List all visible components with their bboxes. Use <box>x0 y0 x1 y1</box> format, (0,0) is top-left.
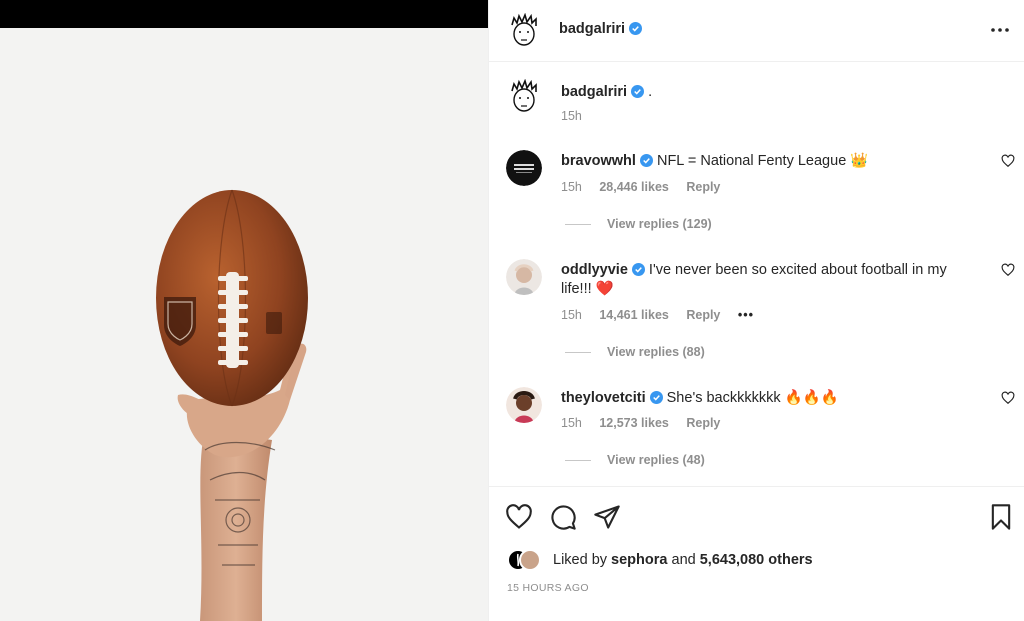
comment-meta: 15h 12,573 likes Reply <box>561 416 734 430</box>
post-detail-panel: badgalriri badgalriri . 15h bravowwhl NF… <box>488 0 1024 621</box>
comment-reply-button[interactable]: Reply <box>686 308 720 322</box>
comment-time[interactable]: 15h <box>561 308 582 322</box>
post-actions: Liked by sephora and 5,643,080 others 15… <box>489 486 1024 621</box>
comment-body: She's backkkkkkk 🔥🔥🔥 <box>666 390 839 406</box>
commenter-avatar[interactable] <box>506 150 542 186</box>
comment-more-options-icon[interactable]: ••• <box>738 308 754 322</box>
comment-likes[interactable]: 12,573 likes <box>599 416 669 430</box>
caption-time[interactable]: 15h <box>561 109 582 123</box>
theylovetciti-avatar-icon <box>506 387 542 423</box>
likes-prefix: Liked by <box>553 552 608 568</box>
comment-text: oddlyyvie I've never been so excited abo… <box>561 261 981 299</box>
likes-count-link[interactable]: 5,643,080 others <box>700 552 813 568</box>
caption-avatar[interactable] <box>506 78 542 115</box>
caption-line: badgalriri . <box>561 84 652 100</box>
verified-badge-icon <box>649 391 663 404</box>
bookmark-icon[interactable] <box>987 503 1015 531</box>
verified-badge-icon <box>639 154 653 167</box>
verified-badge-icon <box>629 22 643 35</box>
football-photo <box>156 189 308 621</box>
liked-by-row: Liked by sephora and 5,643,080 others <box>507 549 1007 573</box>
comment-text: bravowwhl NFL = National Fenty League 👑 <box>561 152 981 171</box>
author-avatar[interactable] <box>506 12 542 49</box>
author-username[interactable]: badgalriri <box>559 21 643 37</box>
bravowwhl-avatar-icon <box>506 150 542 186</box>
comment-username[interactable]: theylovetciti <box>561 390 646 406</box>
first-liker-link[interactable]: sephora <box>611 552 667 568</box>
heart-icon[interactable] <box>505 503 533 531</box>
post-timestamp[interactable]: 15 HOURS AGO <box>507 582 589 594</box>
comment-likes[interactable]: 14,461 likes <box>599 308 669 322</box>
likes-conjunction: and <box>671 552 696 568</box>
comment-reply-button[interactable]: Reply <box>686 416 720 430</box>
commenter-avatar[interactable] <box>506 387 542 423</box>
comment-like-heart-icon[interactable] <box>1001 391 1015 405</box>
comment-time[interactable]: 15h <box>561 180 582 194</box>
post-header: badgalriri <box>489 0 1024 62</box>
liker-avatar[interactable] <box>519 549 541 571</box>
comment-meta: 15h 14,461 likes Reply ••• <box>561 308 768 322</box>
view-replies-button[interactable]: View replies (88) <box>565 345 705 359</box>
comment-username[interactable]: bravowwhl <box>561 153 636 169</box>
commenter-avatar[interactable] <box>506 259 542 295</box>
comment-like-heart-icon[interactable] <box>1001 154 1015 168</box>
comment-body: NFL = National Fenty League 👑 <box>656 153 869 169</box>
comment-icon[interactable] <box>549 503 577 531</box>
comment-like-heart-icon[interactable] <box>1001 263 1015 277</box>
share-icon[interactable] <box>593 503 621 531</box>
comment-likes[interactable]: 28,446 likes <box>599 180 669 194</box>
comment-text: theylovetciti She's backkkkkkk 🔥🔥🔥 <box>561 389 981 408</box>
comment-time[interactable]: 15h <box>561 416 582 430</box>
comment-reply-button[interactable]: Reply <box>686 180 720 194</box>
comment-username[interactable]: oddlyyvie <box>561 262 628 278</box>
oddlyyvie-avatar-icon <box>506 259 542 295</box>
sketch-face-avatar-icon <box>511 78 537 112</box>
sketch-face-avatar-icon <box>511 12 537 46</box>
post-media[interactable] <box>0 0 488 621</box>
caption-text: . <box>648 84 653 100</box>
comment-meta: 15h 28,446 likes Reply <box>561 180 734 194</box>
verified-badge-icon <box>631 85 645 98</box>
view-replies-button[interactable]: View replies (129) <box>565 217 712 231</box>
view-replies-button[interactable]: View replies (48) <box>565 453 705 467</box>
caption-username[interactable]: badgalriri <box>561 84 627 100</box>
post-caption: badgalriri . 15h <box>489 74 1024 134</box>
likes-summary: Liked by sephora and 5,643,080 others <box>553 552 813 568</box>
verified-badge-icon <box>631 263 645 276</box>
more-options-icon[interactable] <box>989 22 1011 38</box>
